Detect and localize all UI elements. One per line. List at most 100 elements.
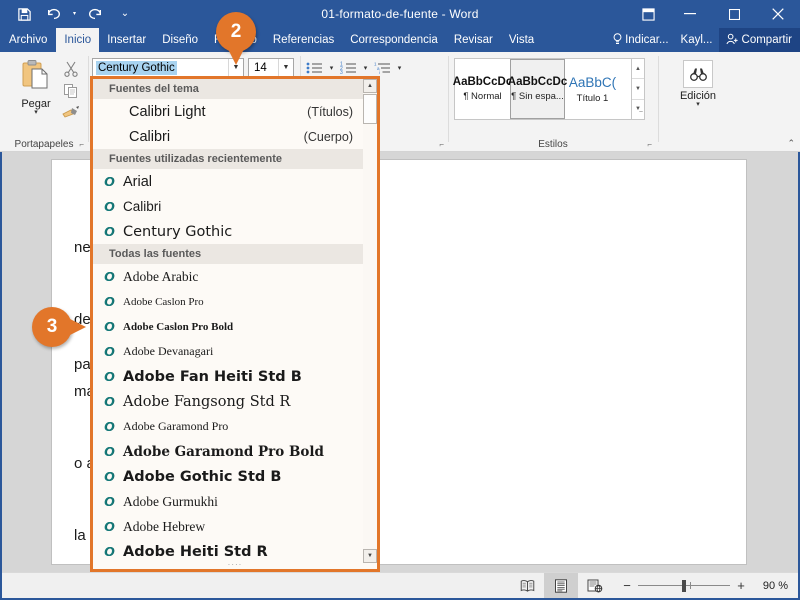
resize-grip-icon[interactable]: ···· bbox=[228, 560, 243, 569]
font-size-dropdown-arrow[interactable]: ▼ bbox=[278, 59, 293, 76]
font-list-item-name: Adobe Fan Heiti Std B bbox=[123, 368, 302, 385]
callout-pointer bbox=[228, 49, 244, 65]
font-list-item-name: Arial bbox=[123, 173, 153, 190]
ribbon-display-options-icon[interactable] bbox=[628, 0, 668, 28]
tell-me-button[interactable]: Indicar... bbox=[607, 28, 674, 52]
font-size-combobox[interactable]: 14 ▼ bbox=[248, 58, 294, 77]
font-list-item-name: Calibri Light bbox=[129, 103, 206, 120]
tab-insertar[interactable]: Insertar bbox=[99, 28, 154, 52]
multilevel-list-icon[interactable]: 1ai bbox=[372, 58, 393, 78]
editing-dropdown-caret[interactable]: ▾ bbox=[676, 101, 720, 108]
opentype-font-icon: O bbox=[103, 174, 115, 189]
clipboard-dialog-launcher[interactable]: ⌐ bbox=[79, 140, 84, 149]
font-list-item[interactable]: Calibri Light (Títulos) bbox=[93, 99, 363, 124]
font-list-item[interactable]: O Century Gothic bbox=[93, 219, 363, 244]
styles-group-label: Estilos bbox=[538, 139, 568, 150]
zoom-in-button[interactable]: + bbox=[736, 578, 746, 593]
minimize-icon[interactable] bbox=[668, 0, 712, 28]
font-list-item[interactable]: O Adobe Gurmukhi bbox=[93, 489, 363, 514]
styles-scroll-down-icon[interactable]: ▼ bbox=[632, 78, 644, 98]
editing-button[interactable]: Edición ▾ bbox=[676, 60, 720, 108]
style-card-sin-espaciado[interactable]: AaBbCcDc ¶ Sin espa... bbox=[508, 59, 567, 119]
paste-icon bbox=[10, 58, 62, 97]
zoom-slider-thumb[interactable] bbox=[682, 579, 686, 592]
redo-icon[interactable] bbox=[81, 1, 109, 27]
font-name-combobox[interactable]: Century Gothic ▼ bbox=[92, 58, 244, 77]
styles-dialog-launcher[interactable]: ⌐ bbox=[647, 140, 652, 149]
font-list-item[interactable]: O Adobe Garamond Pro Bold bbox=[93, 439, 363, 464]
scroll-down-icon[interactable]: ▼ bbox=[363, 549, 377, 563]
multilevel-dropdown-caret[interactable]: ▾ bbox=[395, 64, 404, 72]
font-list-item-name: Calibri bbox=[123, 199, 162, 214]
customize-qat-icon[interactable]: ⌄ bbox=[111, 1, 139, 27]
callout-number: 2 bbox=[230, 21, 242, 42]
share-label: Compartir bbox=[741, 34, 792, 46]
paste-dropdown-caret[interactable]: ▾ bbox=[10, 109, 62, 116]
zoom-slider[interactable] bbox=[638, 579, 730, 592]
bullets-dropdown-caret[interactable]: ▾ bbox=[327, 64, 336, 72]
paragraph-dialog-launcher[interactable]: ⌐ bbox=[439, 140, 444, 149]
font-list-item[interactable]: O Adobe Caslon Pro Bold bbox=[93, 314, 363, 339]
numbering-icon[interactable]: 123 bbox=[338, 58, 359, 78]
font-list-item[interactable]: O Adobe Gothic Std B bbox=[93, 464, 363, 489]
web-layout-icon[interactable] bbox=[578, 573, 612, 598]
tab-vista[interactable]: Vista bbox=[501, 28, 542, 52]
maximize-icon[interactable] bbox=[712, 0, 756, 28]
close-icon[interactable] bbox=[756, 0, 800, 28]
scroll-up-icon[interactable]: ▲ bbox=[363, 79, 377, 93]
numbering-dropdown-caret[interactable]: ▾ bbox=[361, 64, 370, 72]
cut-icon[interactable] bbox=[56, 58, 86, 80]
ribbon-group-editing: Edición ▾ bbox=[658, 52, 738, 152]
style-card-titulo-1[interactable]: AaBbC( Título 1 bbox=[565, 59, 620, 119]
font-name-dropdown-list[interactable]: Fuentes del tema Calibri Light (Títulos) Ca… bbox=[90, 76, 380, 572]
styles-gallery: AaBbCcDc ¶ Normal AaBbCcDc ¶ Sin espa...… bbox=[453, 58, 632, 120]
font-list-item[interactable]: O Adobe Garamond Pro bbox=[93, 414, 363, 439]
font-list-item[interactable]: O Arial bbox=[93, 169, 363, 194]
tab-inicio[interactable]: Inicio bbox=[56, 28, 100, 52]
scrollbar-thumb[interactable] bbox=[363, 94, 377, 124]
font-list-item[interactable]: O Adobe Caslon Pro bbox=[93, 289, 363, 314]
font-list-item-name: Adobe Gurmukhi bbox=[123, 493, 218, 509]
font-list-item-name: Adobe Gothic Std B bbox=[123, 468, 282, 485]
font-list-item[interactable]: O Calibri bbox=[93, 194, 363, 219]
font-list-item[interactable]: O Adobe Fangsong Std R bbox=[93, 389, 363, 414]
styles-more-icon[interactable]: ▼̲ bbox=[632, 98, 644, 119]
tab-revisar[interactable]: Revisar bbox=[446, 28, 501, 52]
font-list-item[interactable]: O Adobe Devanagari bbox=[93, 339, 363, 364]
undo-dropdown-icon[interactable]: ▾ bbox=[70, 1, 79, 27]
save-icon[interactable] bbox=[10, 1, 38, 27]
user-account-button[interactable]: Kayl... bbox=[675, 28, 719, 52]
tab-archivo[interactable]: Archivo bbox=[0, 28, 56, 52]
svg-text:3: 3 bbox=[340, 70, 343, 75]
clipboard-group-label: Portapapeles bbox=[14, 139, 74, 150]
bullets-icon[interactable] bbox=[304, 58, 325, 78]
zoom-out-button[interactable]: − bbox=[622, 578, 632, 593]
collapse-ribbon-icon[interactable]: ⌃ bbox=[787, 138, 795, 149]
opentype-font-icon: O bbox=[103, 199, 115, 214]
format-painter-icon[interactable] bbox=[56, 102, 86, 124]
zoom-percent-label[interactable]: 90 % bbox=[754, 580, 788, 592]
font-list-item[interactable]: O Adobe Hebrew bbox=[93, 514, 363, 539]
font-list-item[interactable]: O Adobe Arabic bbox=[93, 264, 363, 289]
font-dropdown-inner: Fuentes del tema Calibri Light (Títulos) Ca… bbox=[93, 79, 377, 569]
font-dropdown-scrollbar[interactable]: ▲ ▼ bbox=[363, 79, 377, 563]
undo-icon[interactable] bbox=[40, 1, 68, 27]
font-list-item[interactable]: O Adobe Fan Heiti Std B bbox=[93, 364, 363, 389]
ribbon-tab-bar: Archivo Inicio Insertar Diseño Formato R… bbox=[0, 28, 800, 52]
opentype-font-icon: O bbox=[103, 519, 115, 534]
share-button[interactable]: Compartir bbox=[718, 28, 800, 52]
tab-correspondencia[interactable]: Correspondencia bbox=[342, 28, 446, 52]
print-layout-icon[interactable] bbox=[544, 573, 578, 598]
paste-button[interactable]: Pegar ▾ bbox=[10, 58, 62, 116]
style-name: ¶ Sin espa... bbox=[511, 91, 564, 102]
copy-icon[interactable] bbox=[56, 80, 86, 102]
tab-diseno[interactable]: Diseño bbox=[154, 28, 206, 52]
opentype-font-icon: O bbox=[103, 444, 115, 459]
font-list-item[interactable]: Calibri (Cuerpo) bbox=[93, 124, 363, 149]
style-card-normal[interactable]: AaBbCcDc ¶ Normal bbox=[453, 59, 512, 119]
styles-scroll-up-icon[interactable]: ▲ bbox=[632, 59, 644, 78]
tab-referencias[interactable]: Referencias bbox=[265, 28, 342, 52]
opentype-font-icon: O bbox=[103, 269, 115, 284]
read-mode-icon[interactable] bbox=[510, 573, 544, 598]
callout-number: 3 bbox=[46, 316, 58, 337]
